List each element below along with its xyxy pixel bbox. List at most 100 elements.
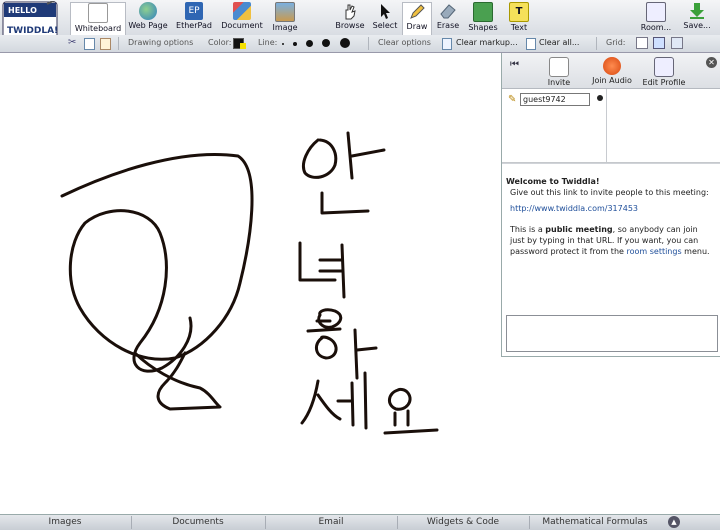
select-label: Select [372, 21, 398, 30]
close-icon[interactable]: ✕ [706, 57, 717, 68]
text-tool[interactable]: T Text [506, 2, 532, 34]
clear-all-icon [526, 38, 536, 50]
para-text: This is a [510, 225, 546, 234]
erase-tool[interactable]: Erase [434, 2, 462, 34]
line-label: Line: [258, 38, 278, 47]
grid-label: Grid: [606, 38, 626, 47]
tab-widgets-code[interactable]: Widgets & Code [398, 517, 528, 527]
webpage-tab[interactable]: Web Page [127, 2, 169, 34]
line-size-4[interactable] [322, 39, 330, 47]
main-toolbar: HELLO TWIDDLA! Whiteboard Web Page EP Et… [0, 0, 720, 48]
eraser-icon [440, 4, 456, 19]
separator [118, 37, 119, 50]
line-size-5[interactable] [340, 38, 350, 48]
scissors-icon[interactable]: ✂ [68, 37, 76, 48]
edit-profile-label: Edit Profile [642, 78, 686, 87]
text-label: Text [510, 23, 528, 32]
grid-large-button[interactable] [671, 37, 683, 49]
secondary-color-swatch[interactable] [240, 43, 246, 49]
shapes-tool[interactable]: Shapes [466, 2, 500, 34]
select-tool[interactable]: Select [371, 2, 399, 34]
bottom-tab-bar: Images Documents Email Widgets & Code Ma… [0, 514, 720, 530]
color-label: Color: [208, 38, 232, 47]
erase-label: Erase [436, 21, 460, 30]
join-audio-label: Join Audio [592, 76, 632, 85]
meeting-panel: ⏮ Invite Join Audio Edit Profile ✕ ✎ gue… [501, 53, 720, 357]
envelope-icon [549, 57, 569, 77]
copy-icon[interactable] [84, 38, 95, 50]
hangul-ha [306, 319, 378, 380]
tab-email[interactable]: Email [266, 517, 396, 527]
para-text: menu. [681, 247, 710, 256]
speaker-icon [603, 57, 621, 75]
save-menu[interactable]: Save... [680, 2, 714, 34]
whiteboard-label: Whiteboard [74, 24, 122, 33]
clear-markup-button[interactable]: Clear markup... [456, 38, 518, 47]
welcome-invite-text: Give out this link to invite people to t… [510, 188, 709, 197]
options-bar: ✂ Drawing options Color: Line: Clear opt… [0, 35, 720, 53]
image-label: Image [272, 23, 298, 32]
grid-small-button[interactable] [653, 37, 665, 49]
globe-icon [139, 2, 157, 20]
join-audio-button[interactable]: Join Audio [590, 57, 634, 85]
meeting-link[interactable]: http://www.twiddla.com/317453 [510, 203, 638, 214]
chat-input[interactable] [506, 315, 718, 352]
paste-icon[interactable] [100, 38, 111, 50]
separator [368, 37, 369, 50]
etherpad-tab[interactable]: EP EtherPad [174, 2, 214, 34]
webpage-label: Web Page [128, 21, 168, 30]
line-size-2[interactable] [293, 42, 297, 46]
user-list: ✎ guest9742 [502, 89, 720, 163]
room-icon [646, 2, 666, 22]
room-label: Room... [640, 23, 672, 32]
hangul-se [300, 371, 368, 430]
etherpad-icon: EP [185, 2, 203, 20]
line-size-3[interactable] [306, 40, 313, 47]
welcome-message: Welcome to Twiddla! Give out this link t… [502, 163, 720, 312]
panel-header: ⏮ Invite Join Audio Edit Profile ✕ [502, 53, 720, 89]
download-arrow-icon [690, 3, 704, 19]
arrow-cursor-icon [381, 4, 390, 19]
user-list-divider [606, 89, 607, 162]
hand-icon [345, 4, 356, 20]
tab-images[interactable]: Images [0, 517, 130, 527]
scribble-stroke [60, 152, 254, 373]
logo-hello: HELLO [8, 6, 37, 15]
profile-card-icon [654, 57, 674, 77]
room-settings-link[interactable]: room settings [626, 247, 681, 256]
document-label: Document [221, 21, 263, 30]
browse-tool[interactable]: Browse [334, 2, 366, 34]
text-icon: T [509, 2, 529, 22]
clear-all-button[interactable]: Clear all... [539, 38, 579, 47]
whiteboard-tab[interactable]: Whiteboard [70, 2, 126, 35]
edit-profile-button[interactable]: Edit Profile [642, 57, 686, 87]
drawing-options-label: Drawing options [128, 38, 194, 47]
user-status-dot [597, 95, 603, 101]
hangul-an [302, 131, 386, 215]
document-tab[interactable]: Document [219, 2, 265, 34]
grid-none-button[interactable] [636, 37, 648, 49]
image-icon [275, 2, 295, 22]
invite-button[interactable]: Invite [544, 57, 574, 87]
pencil-icon: ✎ [508, 94, 517, 105]
hangul-yo [383, 387, 439, 435]
document-icon [233, 2, 251, 20]
para-bold: public meeting [545, 225, 613, 234]
separator [596, 37, 597, 50]
draw-tool[interactable]: Draw [402, 2, 432, 35]
browse-label: Browse [335, 21, 365, 30]
image-tab[interactable]: Image [270, 2, 300, 34]
scribble-stroke [133, 351, 222, 411]
hangul-nyeong [298, 241, 346, 329]
draw-label: Draw [406, 22, 428, 31]
tab-documents[interactable]: Documents [132, 517, 264, 527]
room-menu[interactable]: Room... [638, 2, 674, 34]
username-field[interactable]: guest9742 [520, 93, 590, 106]
collapse-icon[interactable]: ⏮ [510, 59, 519, 70]
expand-up-icon[interactable]: ▲ [668, 516, 680, 528]
tab-math-formulas[interactable]: Mathematical Formulas [530, 517, 660, 527]
public-meeting-text: This is a public meeting, so anybody can… [510, 224, 714, 257]
line-size-1[interactable] [282, 43, 284, 45]
invite-label: Invite [547, 78, 571, 87]
shapes-icon [473, 2, 493, 22]
